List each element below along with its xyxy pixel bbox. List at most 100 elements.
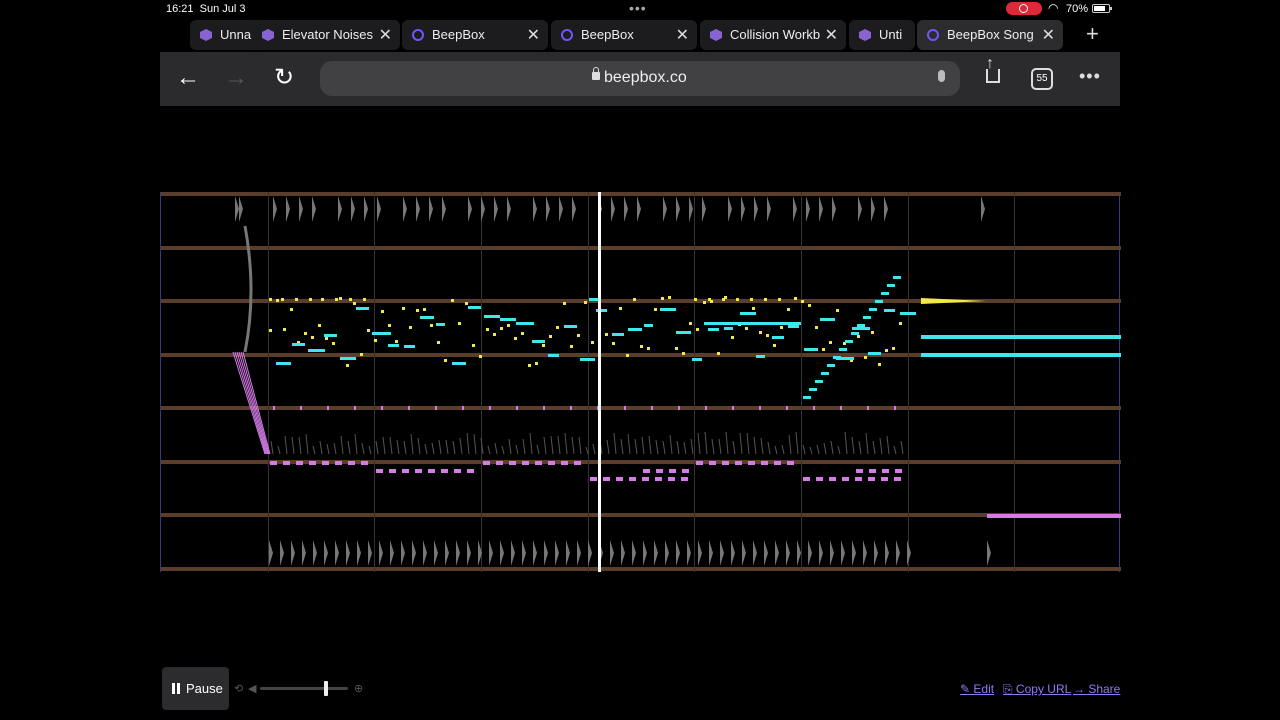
note-cyan (845, 340, 853, 343)
song-pattern-view[interactable] (160, 192, 1121, 572)
multitask-dots[interactable]: ••• (629, 0, 647, 16)
note-yellow (269, 298, 272, 301)
drum-ghost (319, 440, 323, 455)
tab-beepbox-2[interactable]: BeepBox ✕ (551, 20, 697, 50)
note-pink (296, 461, 303, 465)
drum-hit (364, 196, 368, 222)
note-pink (842, 477, 849, 481)
edit-link[interactable]: ✎ Edit (960, 682, 994, 696)
close-icon[interactable]: ✕ (1042, 25, 1055, 45)
note-pink (829, 477, 836, 481)
volume-knob[interactable] (324, 681, 328, 696)
reload-button[interactable]: ↻ (274, 63, 294, 92)
tab-elevator-noises[interactable]: Elevator Noises ✕ (252, 20, 400, 50)
note-pink (509, 461, 516, 465)
tab-count-button[interactable]: 55 (1031, 68, 1053, 90)
tab-collision-workbench[interactable]: Collision Workb ✕ (700, 20, 846, 50)
note-yellow (619, 307, 622, 310)
drum-hit (754, 196, 758, 222)
close-icon[interactable]: ✕ (527, 25, 540, 45)
note-pink (348, 461, 355, 465)
note-yellow (675, 347, 678, 350)
copy-url-link[interactable]: ⎘ Copy URL (1003, 682, 1071, 697)
drum-ghost (725, 431, 729, 455)
share-link[interactable]: → Share (1073, 682, 1120, 696)
share-icon[interactable] (986, 55, 1000, 83)
drum-hit (588, 540, 592, 566)
tab-untitled[interactable]: Unti (849, 20, 915, 50)
drum-hit (566, 540, 570, 566)
note-pink (774, 461, 781, 465)
drum-ghost (466, 432, 470, 455)
drum-hit (806, 196, 810, 222)
note-cyan (756, 355, 765, 358)
drum-hit (434, 540, 438, 566)
forward-button[interactable]: → (224, 64, 248, 92)
drum-hit (742, 540, 746, 566)
zoom-icon[interactable]: ⊕ (354, 682, 363, 695)
drum-hit (546, 196, 550, 222)
drum-ghost (382, 436, 386, 455)
note-pink (651, 406, 653, 410)
note-pink (655, 477, 662, 481)
drum-ghost (564, 432, 568, 455)
pitch-sweep (240, 351, 270, 455)
drum-ghost (865, 432, 869, 455)
drum-hit (273, 196, 277, 222)
new-tab-button[interactable]: + (1086, 21, 1099, 47)
note-cyan (851, 332, 859, 335)
drum-hit (832, 196, 836, 222)
note-yellow (381, 310, 384, 313)
tab-unna[interactable]: Unna (190, 20, 260, 50)
track-line (161, 460, 1121, 464)
note-cyan (468, 306, 481, 309)
loop-icon[interactable]: ⟲ (234, 682, 243, 695)
drum-ghost (788, 434, 792, 455)
drum-hit (981, 196, 985, 222)
volume-icon: ◀ (248, 683, 257, 695)
cube-icon (262, 29, 274, 41)
drum-ghost (403, 440, 407, 455)
close-icon[interactable]: ✕ (379, 25, 392, 45)
drum-ghost (508, 438, 512, 455)
note-yellow (367, 329, 370, 332)
note-yellow (759, 331, 762, 334)
note-cyan (276, 362, 291, 365)
note-yellow (535, 362, 538, 365)
close-icon[interactable]: ✕ (825, 25, 838, 45)
drum-ghost (774, 445, 778, 455)
note-yellow (570, 345, 573, 348)
more-icon[interactable]: ••• (1079, 66, 1101, 87)
note-pink (669, 469, 676, 473)
tab-beepbox-song[interactable]: BeepBox Song ✕ (917, 20, 1063, 50)
note-yellow (780, 326, 783, 329)
note-yellow (766, 334, 769, 337)
note-pink (696, 461, 703, 465)
volume-slider[interactable] (260, 681, 348, 696)
note-yellow (885, 349, 888, 352)
address-bar[interactable]: beepbox.co (320, 61, 960, 96)
note-yellow (689, 322, 692, 325)
note-pink (748, 461, 755, 465)
drum-ghost (858, 440, 862, 455)
tab-label: Collision Workb (730, 27, 821, 42)
microphone-icon[interactable] (938, 70, 945, 82)
note-yellow (829, 341, 832, 344)
note-pink (882, 469, 889, 473)
drum-ghost (438, 439, 442, 455)
note-yellow (591, 341, 594, 344)
drum-hit (544, 540, 548, 566)
drum-hit (577, 540, 581, 566)
tab-beepbox-1[interactable]: BeepBox ✕ (402, 20, 548, 50)
drum-hit (291, 540, 295, 566)
note-yellow (584, 301, 587, 304)
pause-button[interactable]: Pause (162, 667, 229, 710)
note-cyan (820, 318, 835, 321)
note-yellow (794, 297, 797, 300)
drum-hit (676, 540, 680, 566)
close-icon[interactable]: ✕ (676, 25, 689, 45)
back-button[interactable]: ← (176, 64, 200, 92)
drum-ghost (753, 436, 757, 455)
note-yellow (773, 344, 776, 347)
cube-icon (200, 29, 212, 41)
